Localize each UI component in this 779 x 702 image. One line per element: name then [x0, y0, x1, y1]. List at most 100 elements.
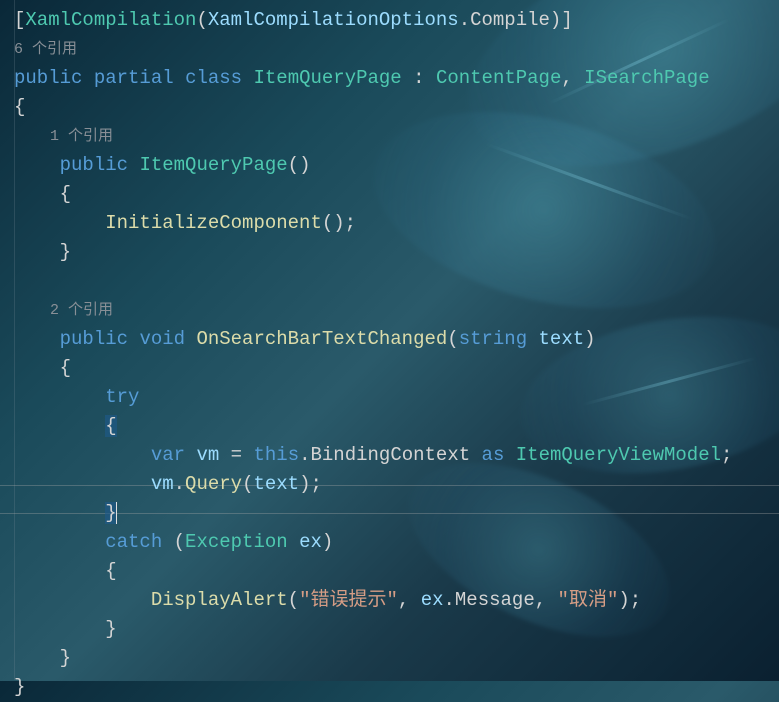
- dot: .: [174, 473, 185, 495]
- paren: (: [196, 9, 207, 31]
- keyword: void: [139, 328, 185, 350]
- brace-matched: {: [105, 415, 116, 437]
- code-line[interactable]: }: [14, 673, 779, 702]
- comma: ,: [535, 589, 546, 611]
- paren: (: [322, 212, 333, 234]
- codelens-text: 2 个引用: [50, 302, 113, 319]
- parameter: ex: [299, 531, 322, 553]
- code-line[interactable]: public void OnSearchBarTextChanged(strin…: [14, 325, 779, 354]
- paren: ): [584, 328, 595, 350]
- code-line[interactable]: }: [14, 644, 779, 673]
- brace: {: [60, 183, 71, 205]
- codelens-references[interactable]: 2 个引用: [14, 296, 779, 325]
- semicolon: ;: [310, 473, 321, 495]
- code-line[interactable]: }: [14, 499, 779, 528]
- brace: {: [105, 560, 116, 582]
- bracket: [: [14, 9, 25, 31]
- keyword: try: [105, 386, 139, 408]
- code-line[interactable]: catch (Exception ex): [14, 528, 779, 557]
- parameter: text: [253, 473, 299, 495]
- brace: }: [60, 241, 71, 263]
- keyword: public: [14, 67, 82, 89]
- brace: {: [14, 96, 25, 118]
- method-call: InitializeComponent: [105, 212, 322, 234]
- keyword: public: [60, 154, 128, 176]
- paren: ): [550, 9, 561, 31]
- code-line[interactable]: try: [14, 383, 779, 412]
- code-line[interactable]: {: [14, 354, 779, 383]
- code-line[interactable]: DisplayAlert("错误提示", ex.Message, "取消");: [14, 586, 779, 615]
- code-line[interactable]: InitializeComponent();: [14, 209, 779, 238]
- paren: ): [299, 154, 310, 176]
- enum-type: XamlCompilationOptions: [208, 9, 459, 31]
- paren: ): [299, 473, 310, 495]
- comma: ,: [561, 67, 572, 89]
- type-name: Exception: [185, 531, 288, 553]
- local-var: vm: [151, 473, 174, 495]
- code-line[interactable]: public ItemQueryPage(): [14, 151, 779, 180]
- attribute-type: XamlCompilation: [25, 9, 196, 31]
- local-var: vm: [196, 444, 219, 466]
- code-line[interactable]: {: [14, 93, 779, 122]
- keyword: public: [60, 328, 128, 350]
- dot: .: [459, 9, 470, 31]
- code-line[interactable]: {: [14, 180, 779, 209]
- parameter: ex: [421, 589, 444, 611]
- paren: ): [618, 589, 629, 611]
- brace: {: [60, 357, 71, 379]
- code-line[interactable]: }: [14, 238, 779, 267]
- keyword: class: [185, 67, 242, 89]
- paren: (: [174, 531, 185, 553]
- paren: (: [447, 328, 458, 350]
- dot: .: [299, 444, 310, 466]
- type-name: ItemQueryViewModel: [516, 444, 721, 466]
- ctor-name: ItemQueryPage: [139, 154, 287, 176]
- colon: :: [413, 67, 424, 89]
- code-line[interactable]: public partial class ItemQueryPage : Con…: [14, 64, 779, 93]
- interface-type: ISearchPage: [584, 67, 709, 89]
- bracket: ]: [561, 9, 572, 31]
- keyword: var: [151, 444, 185, 466]
- method-call: Query: [185, 473, 242, 495]
- brace: }: [14, 676, 25, 698]
- class-name: ItemQueryPage: [253, 67, 401, 89]
- semicolon: ;: [345, 212, 356, 234]
- codelens-references[interactable]: 6 个引用: [14, 35, 779, 64]
- brace: }: [105, 618, 116, 640]
- property: Message: [455, 589, 535, 611]
- base-type: ContentPage: [436, 67, 561, 89]
- paren: (: [288, 589, 299, 611]
- codelens-references[interactable]: 1 个引用: [14, 122, 779, 151]
- comma: ,: [398, 589, 409, 611]
- code-editor[interactable]: [XamlCompilation(XamlCompilationOptions.…: [0, 0, 779, 702]
- parameter: text: [539, 328, 585, 350]
- keyword: this: [253, 444, 299, 466]
- codelens-text: 1 个引用: [50, 128, 113, 145]
- keyword: catch: [105, 531, 162, 553]
- code-line[interactable]: }: [14, 615, 779, 644]
- semicolon: ;: [721, 444, 732, 466]
- paren: (: [288, 154, 299, 176]
- keyword: partial: [94, 67, 174, 89]
- brace: }: [60, 647, 71, 669]
- code-line[interactable]: [14, 267, 779, 296]
- dot: .: [444, 589, 455, 611]
- string-literal: "取消": [558, 589, 619, 611]
- string-literal: "错误提示": [299, 589, 398, 611]
- enum-member: Compile: [470, 9, 550, 31]
- paren: (: [242, 473, 253, 495]
- code-line[interactable]: {: [14, 412, 779, 441]
- code-line[interactable]: {: [14, 557, 779, 586]
- code-line[interactable]: vm.Query(text);: [14, 470, 779, 499]
- method-call: DisplayAlert: [151, 589, 288, 611]
- code-line[interactable]: [XamlCompilation(XamlCompilationOptions.…: [14, 6, 779, 35]
- semicolon: ;: [630, 589, 641, 611]
- code-line[interactable]: var vm = this.BindingContext as ItemQuer…: [14, 441, 779, 470]
- paren: ): [322, 531, 333, 553]
- keyword: string: [459, 328, 527, 350]
- method-name: OnSearchBarTextChanged: [196, 328, 447, 350]
- property: BindingContext: [311, 444, 471, 466]
- equals: =: [231, 444, 242, 466]
- brace-matched: }: [105, 502, 116, 524]
- keyword: as: [482, 444, 505, 466]
